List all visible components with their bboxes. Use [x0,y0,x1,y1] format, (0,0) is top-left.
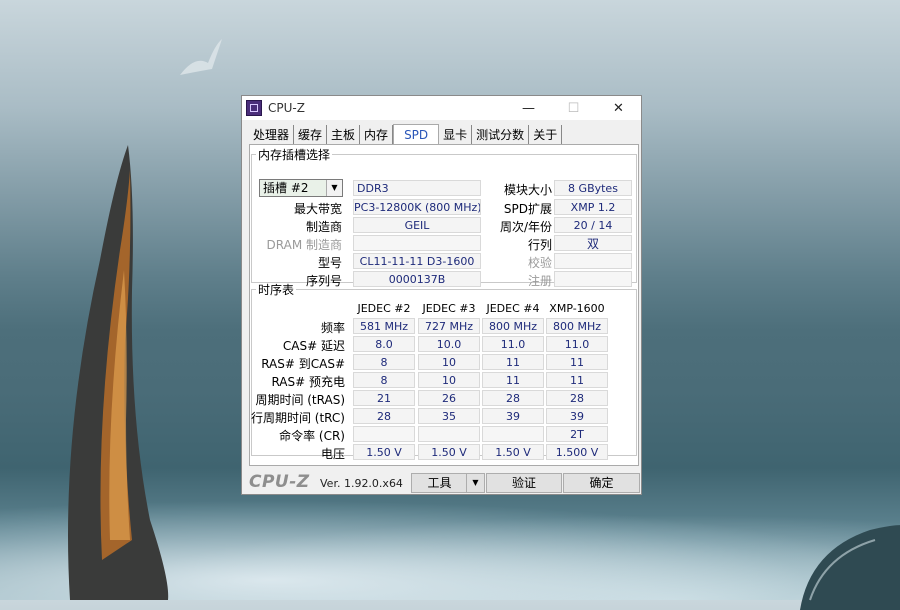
timings-cell: 1.50 V [482,444,544,460]
timings-column-header: XMP-1600 [549,302,605,315]
timings-cell [482,426,544,442]
timings-cell: 1.500 V [546,444,608,460]
rock-image [800,525,900,610]
orca-fin-image [68,145,169,600]
timings-cell: 28 [546,390,608,406]
timings-cell [353,426,415,442]
ok-button[interactable]: 确定 [563,473,640,493]
timings-column-header: JEDEC #4 [486,302,540,315]
slot-section-title: 内存插槽选择 [258,148,331,162]
timings-cell: 11 [482,354,544,370]
timings-row-label: 周期时间 (tRAS) [255,393,345,407]
chevron-down-icon[interactable]: ▼ [326,180,342,196]
slot-select[interactable]: 插槽 #2 ▼ [259,179,343,197]
tab-bench[interactable]: 测试分数 [472,125,530,145]
timings-section: 时序表 JEDEC #2 JEDEC #3 JEDEC #4 XMP-1600 … [250,281,637,461]
timings-cell: 11.0 [546,336,608,352]
timings-row-label: 电压 [320,447,345,461]
validate-button[interactable]: 验证 [486,473,562,493]
version-text: Ver. 1.92.0.x64 [320,477,403,490]
tab-memory[interactable]: 内存 [360,125,394,145]
dram-manufacturer-label: DRAM 制造商 [266,238,342,252]
timings-cell: 21 [353,390,415,406]
maximize-button[interactable]: ☐ [551,96,596,120]
timings-cell: 26 [418,390,480,406]
tab-bar: 处理器 缓存 主板 内存 SPD 显卡 测试分数 关于 [249,124,563,145]
module-size-value: 8 GBytes [554,180,632,196]
timings-row-label: CAS# 延迟 [282,339,345,353]
close-button[interactable]: ✕ [596,96,641,120]
timings-cell: 10.0 [418,336,480,352]
minimize-button[interactable]: — [506,96,551,120]
timings-cell: 8.0 [353,336,415,352]
timings-row-label: RAS# 预充电 [271,375,345,389]
ranks-label: 行列 [527,238,552,252]
max-bandwidth-value: PC3-12800K (800 MHz) [353,199,481,215]
part-number-value: CL11-11-11 D3-1600 [353,253,481,269]
timings-cell: 8 [353,372,415,388]
timings-cell: 35 [418,408,480,424]
memory-type-value: DDR3 [353,180,481,196]
manufacturer-label: 制造商 [305,220,342,234]
part-number-label: 型号 [317,256,342,270]
timings-row-label: 频率 [320,321,345,335]
timings-cell: 11 [482,372,544,388]
cpuz-app-icon [246,100,262,116]
cpuz-window: CPU-Z — ☐ ✕ 处理器 缓存 主板 内存 SPD 显卡 测试分数 关于 … [241,95,642,495]
tab-cpu[interactable]: 处理器 [249,125,295,145]
week-year-value: 20 / 14 [554,217,632,233]
tab-about[interactable]: 关于 [529,125,563,145]
timings-cell: 11 [546,354,608,370]
tools-button-label: 工具 [427,476,452,490]
timings-cell: 727 MHz [418,318,480,334]
max-bandwidth-label: 最大带宽 [293,202,342,216]
tools-button[interactable]: 工具 ▼ [411,473,485,493]
timings-column-header: JEDEC #2 [357,302,411,315]
tab-mainboard[interactable]: 主板 [327,125,361,145]
dram-manufacturer-value [353,235,481,251]
timings-cell: 10 [418,372,480,388]
spd-ext-value: XMP 1.2 [554,199,632,215]
timings-row-label: RAS# 到CAS# [261,357,345,371]
title-bar[interactable]: CPU-Z — ☐ ✕ [242,96,641,120]
module-size-label: 模块大小 [503,183,552,197]
timings-cell: 1.50 V [353,444,415,460]
seabird-image [180,39,222,75]
correction-label: 校验 [527,256,552,270]
timings-cell [418,426,480,442]
timings-section-title: 时序表 [258,283,295,297]
timings-cell: 11.0 [482,336,544,352]
cpuz-logo: CPU-Z [249,472,310,492]
timings-row-label: 命令率 (CR) [279,429,345,443]
timings-cell: 800 MHz [482,318,544,334]
spd-panel: 内存插槽选择 插槽 #2 ▼ DDR3 模块大小 8 GBytes 最大带宽 P… [249,144,639,466]
tab-caches[interactable]: 缓存 [294,125,328,145]
correction-value [554,253,632,269]
footer-bar: CPU-Z Ver. 1.92.0.x64 工具 ▼ 验证 确定 [242,468,641,494]
slot-select-value: 插槽 #2 [263,181,309,195]
timings-cell: 28 [353,408,415,424]
dropdown-arrow-icon[interactable]: ▼ [466,474,484,492]
timings-cell: 1.50 V [418,444,480,460]
timings-row-label: 行周期时间 (tRC) [250,411,345,425]
timings-cell: 581 MHz [353,318,415,334]
manufacturer-value: GEIL [353,217,481,233]
timings-cell: 800 MHz [546,318,608,334]
ranks-value: 双 [554,235,632,251]
tab-spd[interactable]: SPD [393,124,440,144]
timings-cell: 39 [482,408,544,424]
timings-cell: 28 [482,390,544,406]
tab-graphics[interactable]: 显卡 [439,125,473,145]
timings-cell: 10 [418,354,480,370]
window-title: CPU-Z [268,101,305,115]
week-year-label: 周次/年份 [499,220,552,234]
timings-cell: 2T [546,426,608,442]
timings-cell: 8 [353,354,415,370]
memory-slot-section: 内存插槽选择 插槽 #2 ▼ DDR3 模块大小 8 GBytes 最大带宽 P… [251,146,637,288]
timings-cell: 11 [546,372,608,388]
timings-column-header: JEDEC #3 [422,302,476,315]
spd-ext-label: SPD扩展 [503,202,552,216]
timings-cell: 39 [546,408,608,424]
